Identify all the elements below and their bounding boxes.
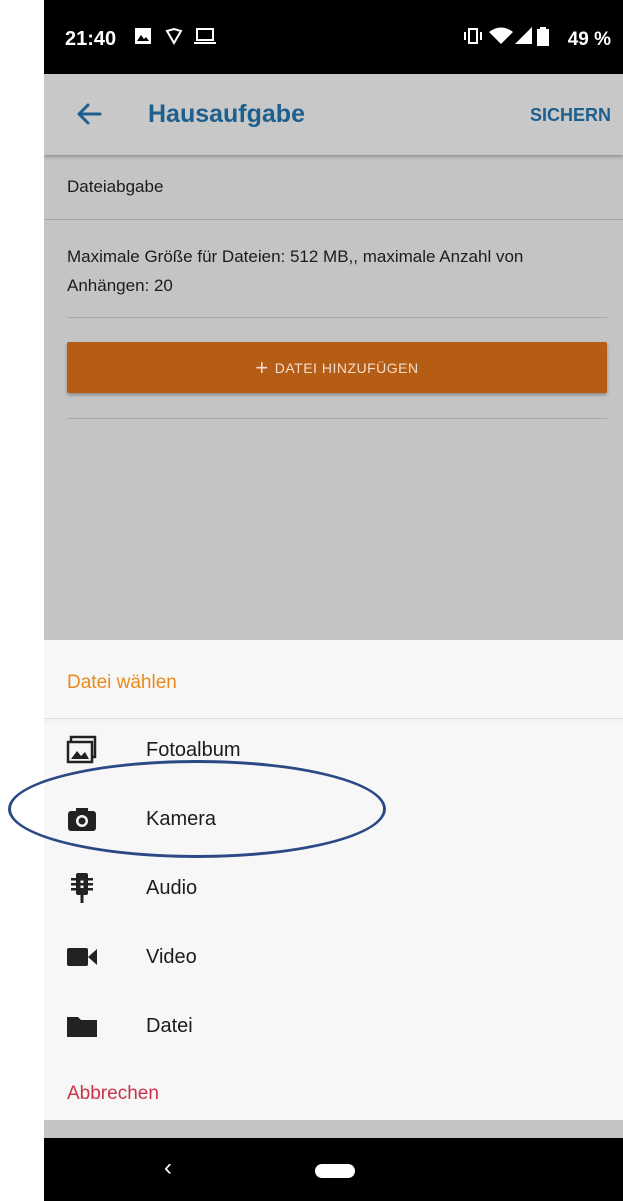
folder-icon — [67, 1017, 97, 1037]
option-label: Fotoalbum — [146, 739, 241, 761]
option-label: Audio — [146, 877, 198, 899]
sheet-divider — [44, 718, 623, 719]
option-video[interactable]: Video — [44, 927, 623, 987]
vibrate-icon — [464, 28, 482, 44]
battery-percent: 49 % — [567, 29, 611, 50]
signal-icon — [515, 27, 532, 44]
battery-icon — [537, 27, 549, 46]
option-label: Video — [146, 946, 197, 968]
video-camera-icon — [67, 948, 97, 966]
shield-icon — [165, 27, 183, 45]
divider — [67, 418, 607, 419]
arrow-left-icon[interactable] — [76, 102, 102, 126]
sheet-title: Datei wählen — [67, 672, 177, 693]
page-title: Hausaufgabe — [148, 100, 305, 128]
option-camera[interactable]: Kamera — [44, 789, 623, 849]
phone-screen: 21:40 49 % Hausaufgabe SICHERN Dateiabga… — [44, 0, 623, 1201]
section-header: Dateiabgabe — [44, 157, 623, 220]
section-title: Dateiabgabe — [67, 177, 164, 196]
image-notification-icon — [135, 28, 151, 44]
photo-album-icon — [66, 735, 97, 764]
option-label: Datei — [146, 1015, 193, 1037]
option-audio[interactable]: Audio — [44, 858, 623, 918]
add-file-button[interactable]: + DATEI HINZUFÜGEN — [67, 342, 607, 393]
file-limits-text: Maximale Größe für Dateien: 512 MB,, max… — [67, 247, 524, 295]
system-nav-bar: ‹ — [44, 1138, 623, 1201]
file-chooser-sheet: Datei wählen Fotoalbum Kamera Audio Vide… — [44, 640, 623, 1120]
plus-icon: + — [255, 354, 269, 380]
option-label: Kamera — [146, 808, 217, 830]
divider — [67, 317, 607, 318]
laptop-icon — [194, 28, 216, 44]
wifi-icon — [489, 27, 513, 44]
cancel-button[interactable]: Abbrechen — [67, 1083, 159, 1105]
nav-home-pill[interactable] — [315, 1164, 355, 1178]
option-photo-album[interactable]: Fotoalbum — [44, 720, 623, 780]
app-bar: Hausaufgabe SICHERN — [44, 74, 623, 155]
status-time: 21:40 — [65, 28, 117, 50]
microphone-icon — [71, 873, 93, 903]
add-file-label: DATEI HINZUFÜGEN — [274, 359, 419, 376]
status-bar: 21:40 49 % — [44, 0, 623, 74]
save-button[interactable]: SICHERN — [530, 105, 611, 126]
camera-icon — [68, 808, 96, 831]
option-file[interactable]: Datei — [44, 996, 623, 1056]
nav-back-button[interactable]: ‹ — [164, 1154, 172, 1182]
